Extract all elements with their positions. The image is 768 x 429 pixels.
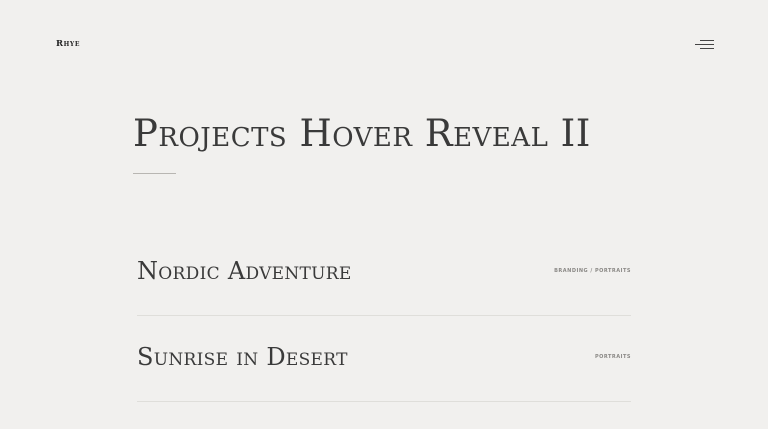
project-title[interactable]: Sunrise in Desert bbox=[137, 343, 348, 371]
project-divider bbox=[137, 401, 631, 402]
project-item[interactable]: Nordic Adventure Branding / Portraits bbox=[137, 230, 631, 316]
menu-line bbox=[700, 40, 714, 41]
project-categories: Portraits bbox=[594, 354, 631, 360]
site-logo[interactable]: Rhye bbox=[56, 39, 80, 49]
page-title: Projects Hover Reveal II bbox=[133, 112, 591, 155]
hamburger-menu-icon[interactable] bbox=[694, 40, 714, 51]
menu-line bbox=[695, 44, 714, 45]
project-title[interactable]: Nordic Adventure bbox=[137, 257, 352, 285]
title-divider bbox=[133, 173, 176, 174]
project-item[interactable]: Sunrise in Desert Portraits bbox=[137, 316, 631, 402]
menu-line bbox=[700, 48, 714, 49]
project-categories: Branding / Portraits bbox=[554, 268, 631, 274]
